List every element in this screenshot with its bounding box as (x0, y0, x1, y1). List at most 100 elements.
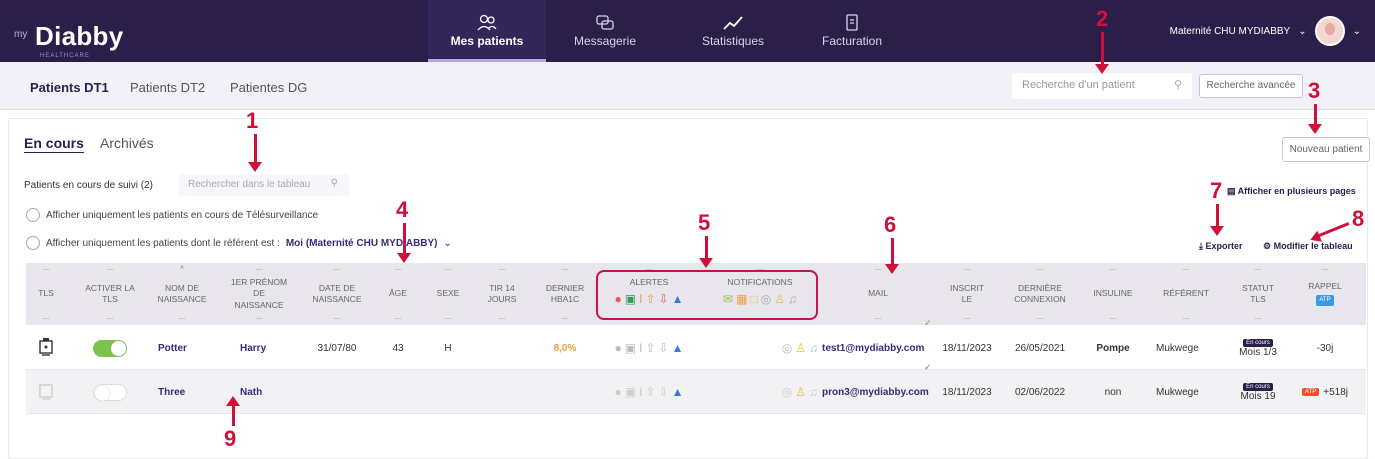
filter-label: Afficher uniquement les patients dont le… (46, 237, 280, 249)
drop-icon: ▲ (671, 385, 684, 399)
tab-en-cours[interactable]: En cours (24, 135, 84, 151)
annotation-2: 2 (1096, 6, 1109, 31)
col-nom[interactable]: ^ NOM DE NAISSANCE — (146, 263, 218, 325)
col-activer-tls[interactable]: — ACTIVER LA TLS — (74, 263, 146, 325)
patients-icon (477, 14, 497, 31)
sort-icon: — (1254, 314, 1262, 322)
arrow-head (885, 264, 899, 274)
nav-messagerie[interactable]: Messagerie (562, 0, 648, 62)
tls-toggle[interactable] (93, 339, 127, 357)
col-hba1c[interactable]: — DERNIER HBA1C — (536, 263, 594, 325)
col-statut[interactable]: — STATUT TLS — (1228, 263, 1288, 325)
col-tls[interactable]: — TLS — (26, 263, 66, 325)
arrow-head (248, 162, 262, 172)
col-connexion[interactable]: — DERNIÈRE CONNEXION — (1004, 263, 1076, 325)
insulin: non (1104, 386, 1122, 398)
tab-patientes-dg[interactable]: Patientes DG (230, 80, 307, 95)
new-patient-button[interactable]: Nouveau patient (1282, 137, 1370, 162)
stats-icon (723, 16, 743, 30)
col-tir[interactable]: — TIR 14 JOURS — (474, 263, 530, 325)
patient-mail[interactable]: test1@mydiabby.com (822, 343, 924, 354)
nav-label: Messagerie (573, 34, 637, 48)
patient-mail[interactable]: pron3@mydiabby.com (822, 387, 929, 398)
nav-statistiques[interactable]: Statistiques (688, 0, 778, 62)
sort-icon: — (874, 314, 882, 322)
patient-search-input[interactable]: Recherche d'un patient ⚲ (1012, 73, 1192, 99)
sort-icon: — (1254, 266, 1262, 273)
notification-icons: ◎ ♙ ♫ (782, 341, 818, 355)
tls-toggle[interactable] (93, 383, 127, 401)
user-icon: ♙ (795, 341, 806, 355)
annotation-1: 1 (246, 108, 259, 133)
tab-patients-dt2[interactable]: Patients DT2 (130, 80, 205, 95)
col-naissance[interactable]: — DATE DE NAISSANCE — (302, 263, 372, 325)
alert-icons: ● ▣ I ⇧ ⇩ ▲ (615, 341, 684, 355)
arrow-icon (232, 404, 235, 426)
arrow-icon (1101, 32, 1104, 66)
nav-facturation[interactable]: Facturation (808, 0, 896, 62)
account-menu[interactable]: Maternité CHU MYDIABBY ⌄ ⌄ (1170, 0, 1361, 62)
up-arrow-icon: ⇧ (645, 341, 656, 355)
annotation-5: 5 (698, 210, 711, 235)
last-connection: 02/06/2022 (1014, 386, 1066, 398)
billing-icon (846, 14, 858, 31)
radio-button[interactable] (26, 208, 40, 222)
arrow-range-icon: I (639, 341, 643, 355)
tab-patients-dt1[interactable]: Patients DT1 (30, 80, 109, 95)
modify-table-link[interactable]: ⚙ Modifier le tableau (1263, 241, 1353, 252)
col-inscrit[interactable]: — INSCRIT LE — (936, 263, 998, 325)
chart-alert-icon: ▣ (624, 341, 637, 355)
sort-icon: — (561, 314, 569, 322)
nav-mes-patients[interactable]: Mes patients (428, 0, 546, 62)
col-rappel[interactable]: — RAPPEL ATP (1292, 263, 1358, 325)
filter-tls-only[interactable]: Afficher uniquement les patients en cour… (26, 208, 318, 222)
col-mail[interactable]: — MAIL — (826, 263, 930, 325)
filter-referent[interactable]: Afficher uniquement les patients dont le… (26, 236, 452, 250)
patient-last-name[interactable]: Potter (158, 343, 187, 354)
age: 43 (392, 342, 404, 354)
table-search-input[interactable]: Rechercher dans le tableau ⚲ (178, 174, 350, 196)
check-icon: ✓ (924, 318, 932, 328)
filter-label: Afficher uniquement les patients en cour… (46, 209, 319, 221)
annotation-8: 8 (1352, 206, 1365, 231)
col-prenom[interactable]: —1ER PRÉNOM DE NAISSANCE — (222, 263, 296, 325)
referent: Mukwege (1156, 386, 1199, 398)
table-row[interactable]: Potter Harry 31/07/80 43 H 8,0% ● ▣ I ⇧ ⇩ ▲ ◎… (26, 318, 1366, 370)
export-link[interactable]: ⤓ Exporter (1199, 241, 1243, 252)
account-label: Maternité CHU MYDIABBY (1169, 25, 1291, 37)
rappel-badge: ATP (1316, 295, 1334, 306)
followup-count: Patients en cours de suivi (2) (24, 180, 153, 191)
multi-pages-link[interactable]: ▤ Afficher en plusieurs pages (1227, 186, 1356, 197)
alert-icons: ● ▣ I ⇧ ⇩ ▲ (615, 385, 684, 399)
col-insuline[interactable]: — INSULINE — (1082, 263, 1144, 325)
patient-last-name[interactable]: Three (158, 387, 185, 398)
radio-button[interactable] (26, 236, 40, 250)
sort-icon: — (42, 314, 50, 322)
arrow-icon (1216, 204, 1219, 228)
table-row[interactable]: Three Nath ● ▣ I ⇧ ⇩ ▲ ◎ ♙ ♫ pron3@mydiabby.com… (26, 362, 1366, 414)
user-icon: ♙ (795, 385, 806, 399)
avatar[interactable] (1314, 16, 1345, 46)
status-badge: En cours (1243, 338, 1273, 347)
sort-icon: — (874, 266, 882, 273)
sort-icon: — (1182, 266, 1190, 273)
arrow-head (699, 258, 713, 268)
bell-icon: ♫ (809, 341, 818, 355)
chevron-down-icon: ⌄ (1352, 25, 1361, 37)
cake-icon: ● (614, 341, 622, 355)
col-referent[interactable]: — RÉFÉRENT — (1150, 263, 1222, 325)
patient-first-name[interactable]: Harry (240, 343, 266, 354)
insulin: Pompe (1096, 342, 1130, 354)
advanced-search-button[interactable]: Recherche avancée (1199, 74, 1303, 98)
patient-first-name[interactable]: Nath (240, 387, 262, 398)
col-sexe[interactable]: — SEXE — (426, 263, 470, 325)
down-arrow-icon: ⇩ (658, 385, 669, 399)
tab-archives[interactable]: Archivés (100, 135, 154, 151)
sort-icon: — (394, 314, 402, 322)
col-age[interactable]: — ÂGE — (378, 263, 418, 325)
arrow-head (1095, 64, 1109, 74)
search-icon: ⚲ (330, 178, 338, 189)
sort-icon: — (106, 314, 114, 322)
sort-icon: — (498, 266, 506, 273)
referent-select[interactable]: Moi (Maternité CHU MYDIABBY) (286, 238, 438, 249)
